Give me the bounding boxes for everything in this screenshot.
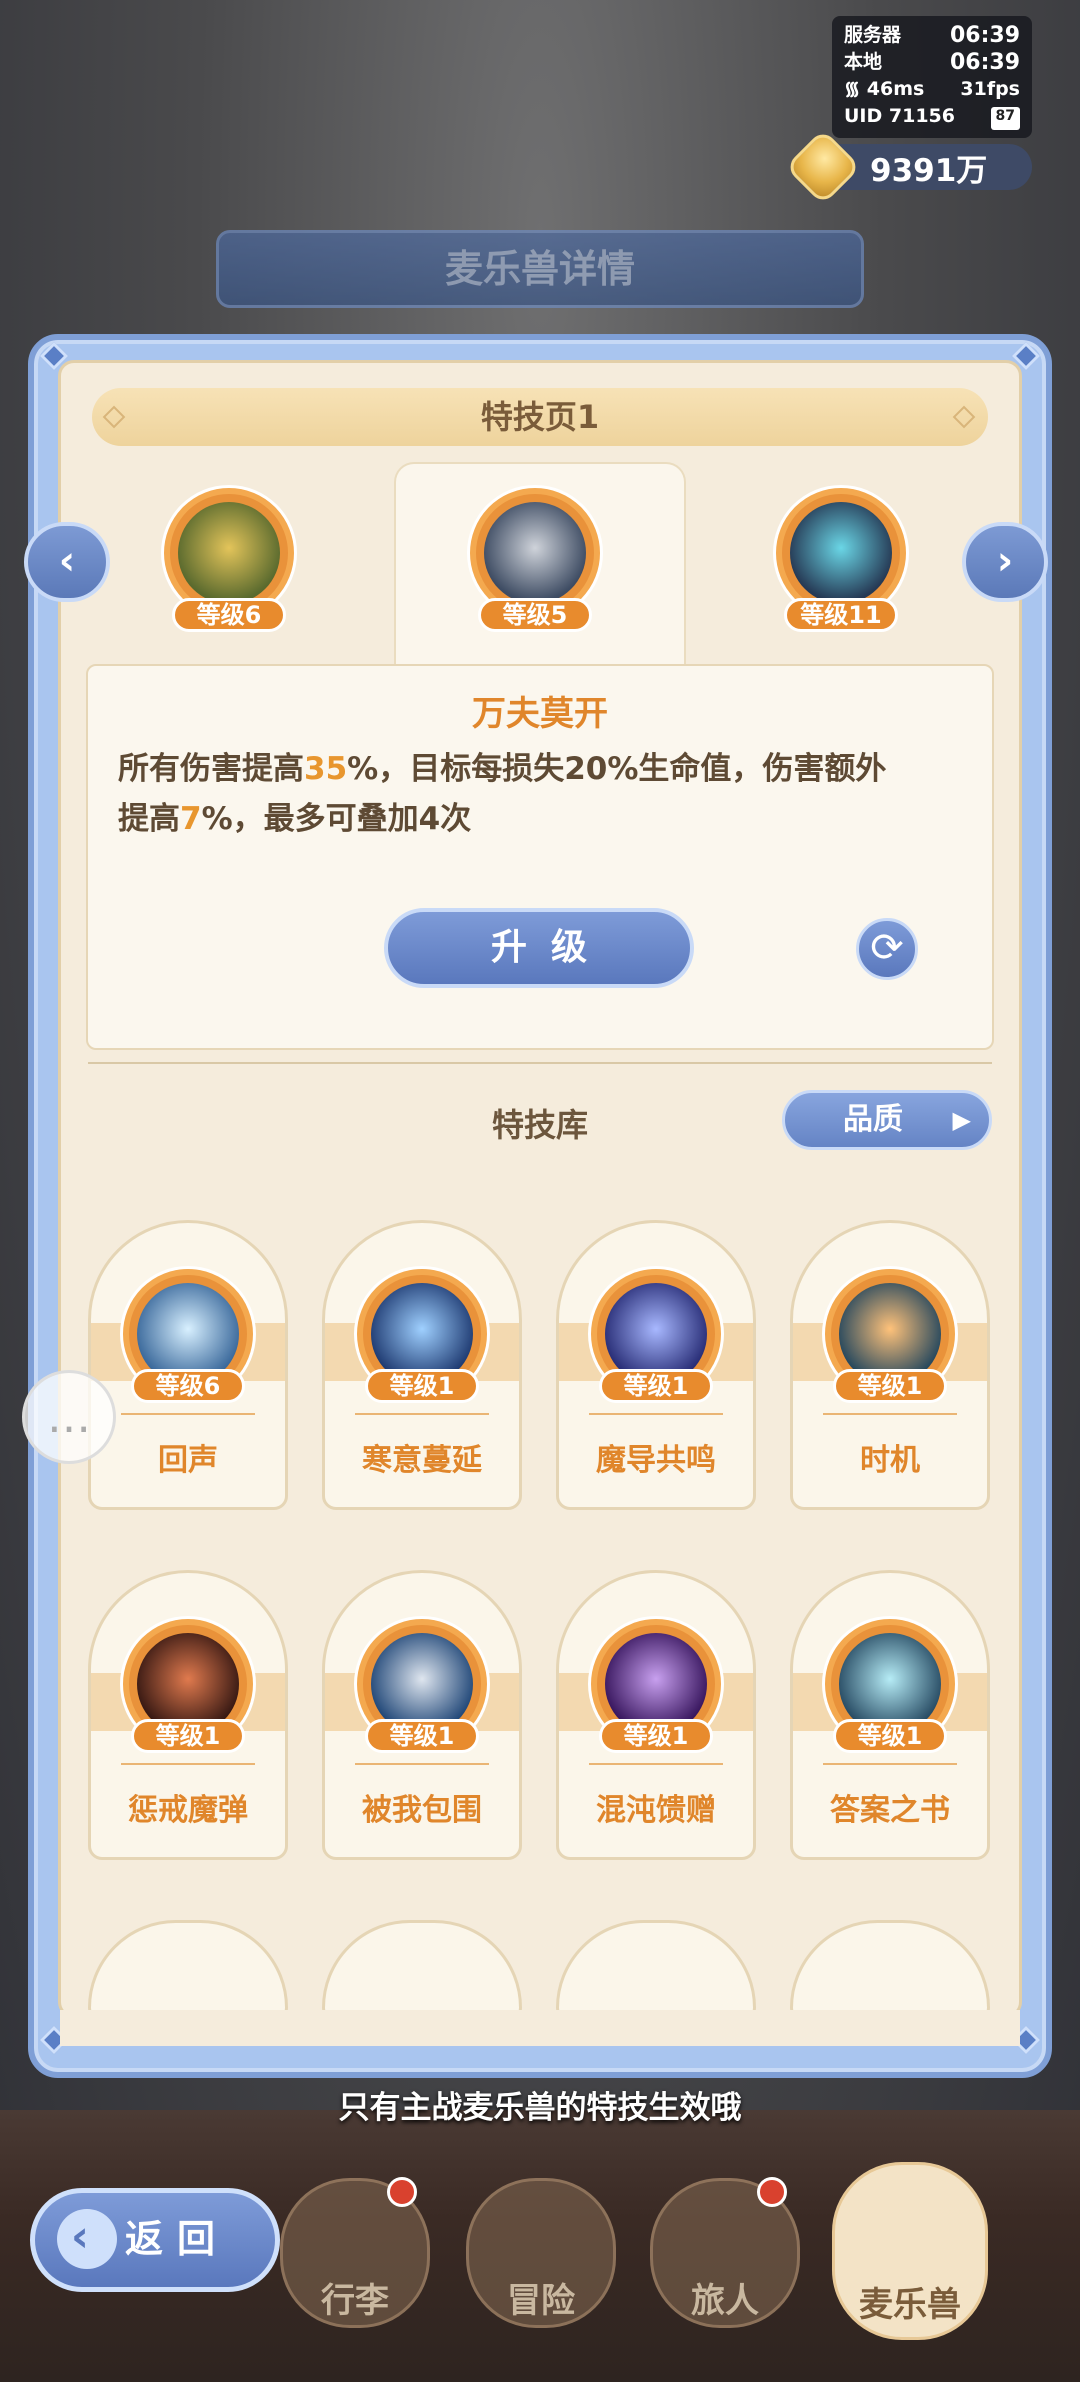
skill-card[interactable]: 等级1 答案之书	[790, 1570, 990, 1860]
nav-label: 行李	[321, 2281, 389, 2321]
card-name: 回声	[158, 1443, 218, 1478]
skill-description: 所有伤害提高35%，目标每损失20%生命值，伤害额外 提高7%，最多可叠加4次	[118, 744, 958, 844]
slot-level-badge: 等级11	[784, 598, 898, 632]
nav-pet[interactable]: 麦乐兽	[832, 2162, 988, 2340]
card-level-badge: 等级1	[833, 1719, 947, 1753]
nav-label: 麦乐兽	[859, 2285, 961, 2325]
skill-card[interactable]: 等级1 惩戒魔弹	[88, 1570, 288, 1860]
currency-display: 9391万	[784, 128, 1032, 206]
skill-card[interactable]: 等级1 寒意蔓延	[322, 1220, 522, 1510]
skill-library-title: 特技库	[491, 1106, 588, 1144]
desc-highlight: 35	[304, 751, 348, 787]
desc-highlight: 7	[180, 801, 202, 837]
card-level-badge: 等级6	[131, 1369, 245, 1403]
server-label: 服务器	[844, 24, 902, 46]
green-witch-cat-icon	[178, 502, 280, 604]
skill-page-label[interactable]: 特技页1	[92, 388, 988, 446]
battery-icon: 87	[990, 107, 1020, 130]
prev-arrow-button[interactable]: ‹	[24, 522, 110, 602]
card-divider	[589, 1413, 723, 1415]
card-name: 时机	[860, 1443, 920, 1478]
card-name: 混沌馈赠	[596, 1793, 716, 1828]
ping-value: 46ms	[866, 78, 925, 100]
desc-text: 所有伤害提高	[118, 751, 304, 787]
server-time: 06:39	[949, 23, 1020, 48]
card-divider	[121, 1413, 255, 1415]
card-level-badge: 等级1	[131, 1719, 245, 1753]
notification-dot	[757, 2177, 787, 2207]
card-level-badge: 等级1	[833, 1369, 947, 1403]
wifi-icon: ᯾	[844, 78, 861, 100]
nav-adventure[interactable]: 冒险	[466, 2178, 616, 2328]
slot-level-badge: 等级5	[478, 598, 592, 632]
card-name: 答案之书	[830, 1793, 950, 1828]
back-label: 返回	[125, 2217, 230, 2261]
hint-text: 只有主战麦乐兽的特技生效哦	[338, 2090, 742, 2126]
status-overlay: 服务器 06:39 本地 06:39 ᯾ 46ms 31fps UID 71156 87	[832, 16, 1032, 138]
triangle-right-icon: ▶	[952, 1106, 971, 1134]
currency-amount: 9391万	[870, 152, 988, 189]
card-level-badge: 等级1	[365, 1369, 479, 1403]
back-button[interactable]: ‹ 返回	[30, 2188, 280, 2292]
chevron-left-icon: ‹	[58, 538, 76, 584]
desc-text: %，最多可叠加4次	[201, 801, 472, 837]
card-divider	[355, 1413, 489, 1415]
card-divider	[823, 1413, 957, 1415]
background-title: 麦乐兽详情	[216, 230, 864, 308]
notification-dot	[387, 2177, 417, 2207]
slot-level-badge: 等级6	[172, 598, 286, 632]
chevron-right-icon: ›	[996, 538, 1014, 584]
desc-text: 提高	[118, 801, 180, 837]
card-name: 魔导共鸣	[596, 1443, 716, 1478]
card-divider	[121, 1763, 255, 1765]
quality-filter-button[interactable]: 品质 ▶	[782, 1090, 992, 1150]
card-name: 惩戒魔弹	[128, 1793, 248, 1828]
nav-label: 旅人	[691, 2281, 759, 2321]
skill-card[interactable]: 等级1 魔导共鸣	[556, 1220, 756, 1510]
skill-card[interactable]: 等级6 回声	[88, 1220, 288, 1510]
fps-value: 31fps	[960, 78, 1020, 100]
armored-rabbit-icon	[484, 502, 586, 604]
skill-card[interactable]: 等级1 被我包围	[322, 1570, 522, 1860]
chat-bubble-icon[interactable]: …	[22, 1370, 116, 1464]
next-arrow-button[interactable]: ›	[962, 522, 1048, 602]
ice-fox-icon	[790, 502, 892, 604]
nav-traveler[interactable]: 旅人	[650, 2177, 800, 2328]
quality-label: 品质	[843, 1102, 903, 1137]
card-name: 被我包围	[362, 1793, 482, 1828]
desc-text: %，目标每损失20%生命值，伤害额外	[347, 751, 887, 787]
nav-bag[interactable]: 行李	[280, 2177, 430, 2328]
card-divider	[823, 1763, 957, 1765]
local-time: 06:39	[949, 50, 1020, 75]
card-level-badge: 等级1	[599, 1369, 713, 1403]
card-divider	[355, 1763, 489, 1765]
nav-label: 冒险	[507, 2281, 575, 2321]
card-level-badge: 等级1	[365, 1719, 479, 1753]
refresh-button[interactable]: ⟳	[856, 918, 918, 980]
card-divider	[589, 1763, 723, 1765]
card-level-badge: 等级1	[599, 1719, 713, 1753]
skill-name: 万夫莫开	[472, 694, 608, 734]
chevron-left-icon: ‹	[57, 2209, 117, 2269]
skill-card[interactable]: 等级1 混沌馈赠	[556, 1570, 756, 1860]
skill-card[interactable]: 等级1 时机	[790, 1220, 990, 1510]
scroll-mask	[60, 2010, 1020, 2046]
coin-icon	[784, 128, 862, 206]
divider	[88, 1062, 992, 1064]
refresh-icon: ⟳	[870, 925, 904, 971]
wifi-ping: ᯾ 46ms	[844, 76, 924, 103]
card-name: 寒意蔓延	[362, 1443, 482, 1478]
upgrade-button[interactable]: 升级	[384, 908, 694, 988]
uid-text: UID 71156	[844, 105, 955, 127]
local-label: 本地	[844, 51, 883, 73]
